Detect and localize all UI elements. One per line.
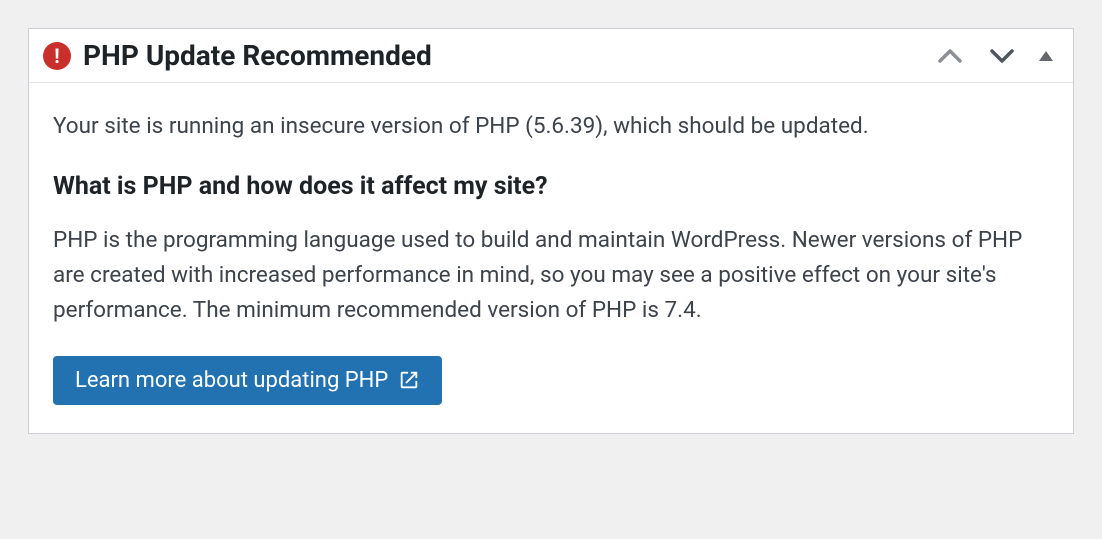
caret-up-icon bbox=[1039, 49, 1053, 63]
panel-header-left: ! PHP Update Recommended bbox=[43, 39, 432, 72]
external-link-icon bbox=[398, 369, 420, 391]
chevron-up-icon bbox=[937, 47, 963, 65]
toggle-panel-button[interactable] bbox=[1037, 47, 1055, 65]
intro-text: Your site is running an insecure version… bbox=[53, 109, 1049, 144]
panel-body: Your site is running an insecure version… bbox=[29, 83, 1073, 433]
chevron-down-icon bbox=[989, 47, 1015, 65]
body-paragraph: PHP is the programming language used to … bbox=[53, 223, 1049, 328]
warning-icon: ! bbox=[43, 42, 71, 70]
move-up-button[interactable] bbox=[933, 43, 967, 69]
panel-header-controls bbox=[933, 43, 1055, 69]
php-update-panel: ! PHP Update Recommended Your site is ru bbox=[28, 28, 1074, 434]
learn-more-label: Learn more about updating PHP bbox=[75, 368, 388, 393]
panel-header: ! PHP Update Recommended bbox=[29, 29, 1073, 83]
body-heading: What is PHP and how does it affect my si… bbox=[53, 172, 1049, 201]
panel-title: PHP Update Recommended bbox=[83, 39, 432, 72]
learn-more-button[interactable]: Learn more about updating PHP bbox=[53, 356, 442, 405]
move-down-button[interactable] bbox=[985, 43, 1019, 69]
